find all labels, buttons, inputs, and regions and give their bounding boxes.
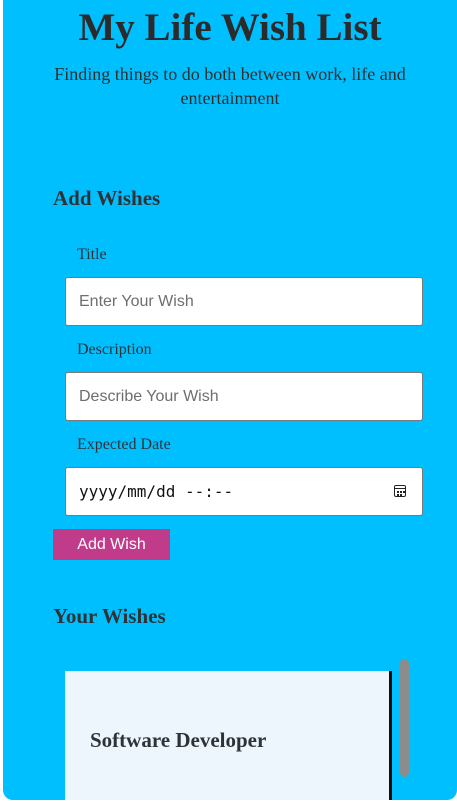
wish-card-title: Software Developer — [90, 728, 267, 752]
title-input[interactable]: Enter Your Wish — [65, 277, 423, 326]
date-input-value: yyyy/mm/dd --:-- — [79, 482, 234, 501]
wish-list: Software Developer — [65, 671, 392, 800]
add-wish-button[interactable]: Add Wish — [53, 529, 170, 560]
add-wishes-heading: Add Wishes — [53, 186, 161, 210]
description-label: Description — [77, 341, 152, 358]
calendar-icon[interactable] — [394, 485, 406, 497]
app-container: My Life Wish List Finding things to do b… — [3, 0, 457, 800]
page-title: My Life Wish List — [78, 6, 382, 49]
page-subtitle: Finding things to do both between work, … — [54, 64, 406, 108]
expected-date-label: Expected Date — [77, 436, 171, 453]
description-input[interactable]: Describe Your Wish — [65, 372, 423, 421]
your-wishes-heading: Your Wishes — [53, 604, 166, 628]
wish-list-scrollbar[interactable] — [400, 659, 409, 777]
expected-date-input[interactable]: yyyy/mm/dd --:-- — [65, 467, 423, 516]
title-label: Title — [77, 246, 107, 263]
